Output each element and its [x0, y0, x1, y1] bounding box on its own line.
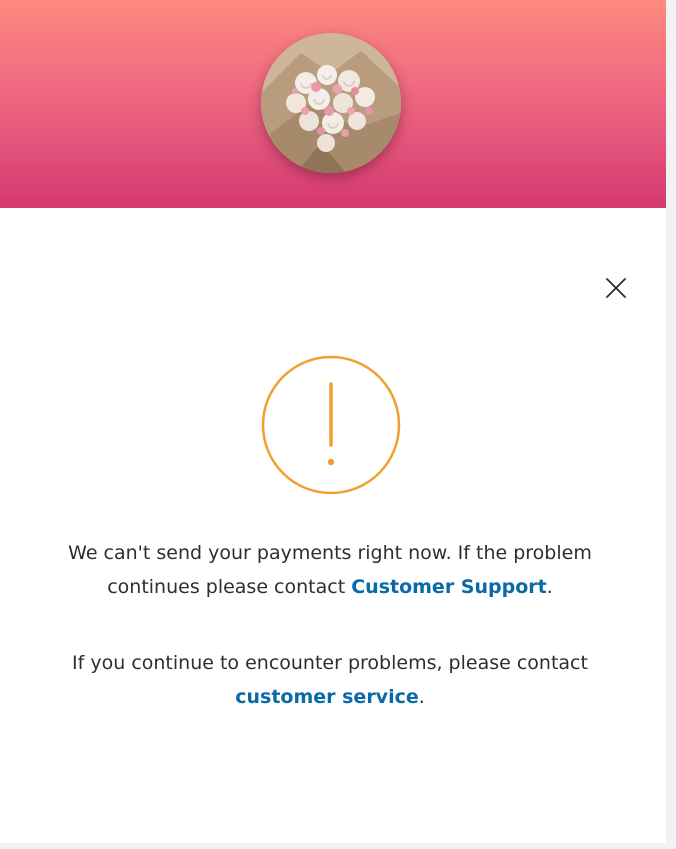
- error-message: We can't send your payments right now. I…: [30, 536, 630, 604]
- close-icon: [606, 278, 626, 298]
- error-dialog: We can't send your payments right now. I…: [0, 0, 666, 843]
- header-banner: [0, 0, 666, 208]
- avatar: [261, 33, 401, 173]
- close-button[interactable]: [598, 270, 634, 306]
- customer-support-link[interactable]: Customer Support: [351, 576, 547, 598]
- customer-service-link[interactable]: customer service: [235, 686, 419, 708]
- warning-icon-wrapper: [261, 355, 401, 495]
- help-message-text: If you continue to encounter problems, p…: [72, 652, 588, 674]
- help-message-period: .: [418, 686, 425, 708]
- error-message-period: .: [546, 576, 553, 598]
- exclamation-circle-icon: [261, 355, 401, 495]
- help-message: If you continue to encounter problems, p…: [30, 646, 630, 714]
- flower-bouquet-image: [261, 33, 401, 173]
